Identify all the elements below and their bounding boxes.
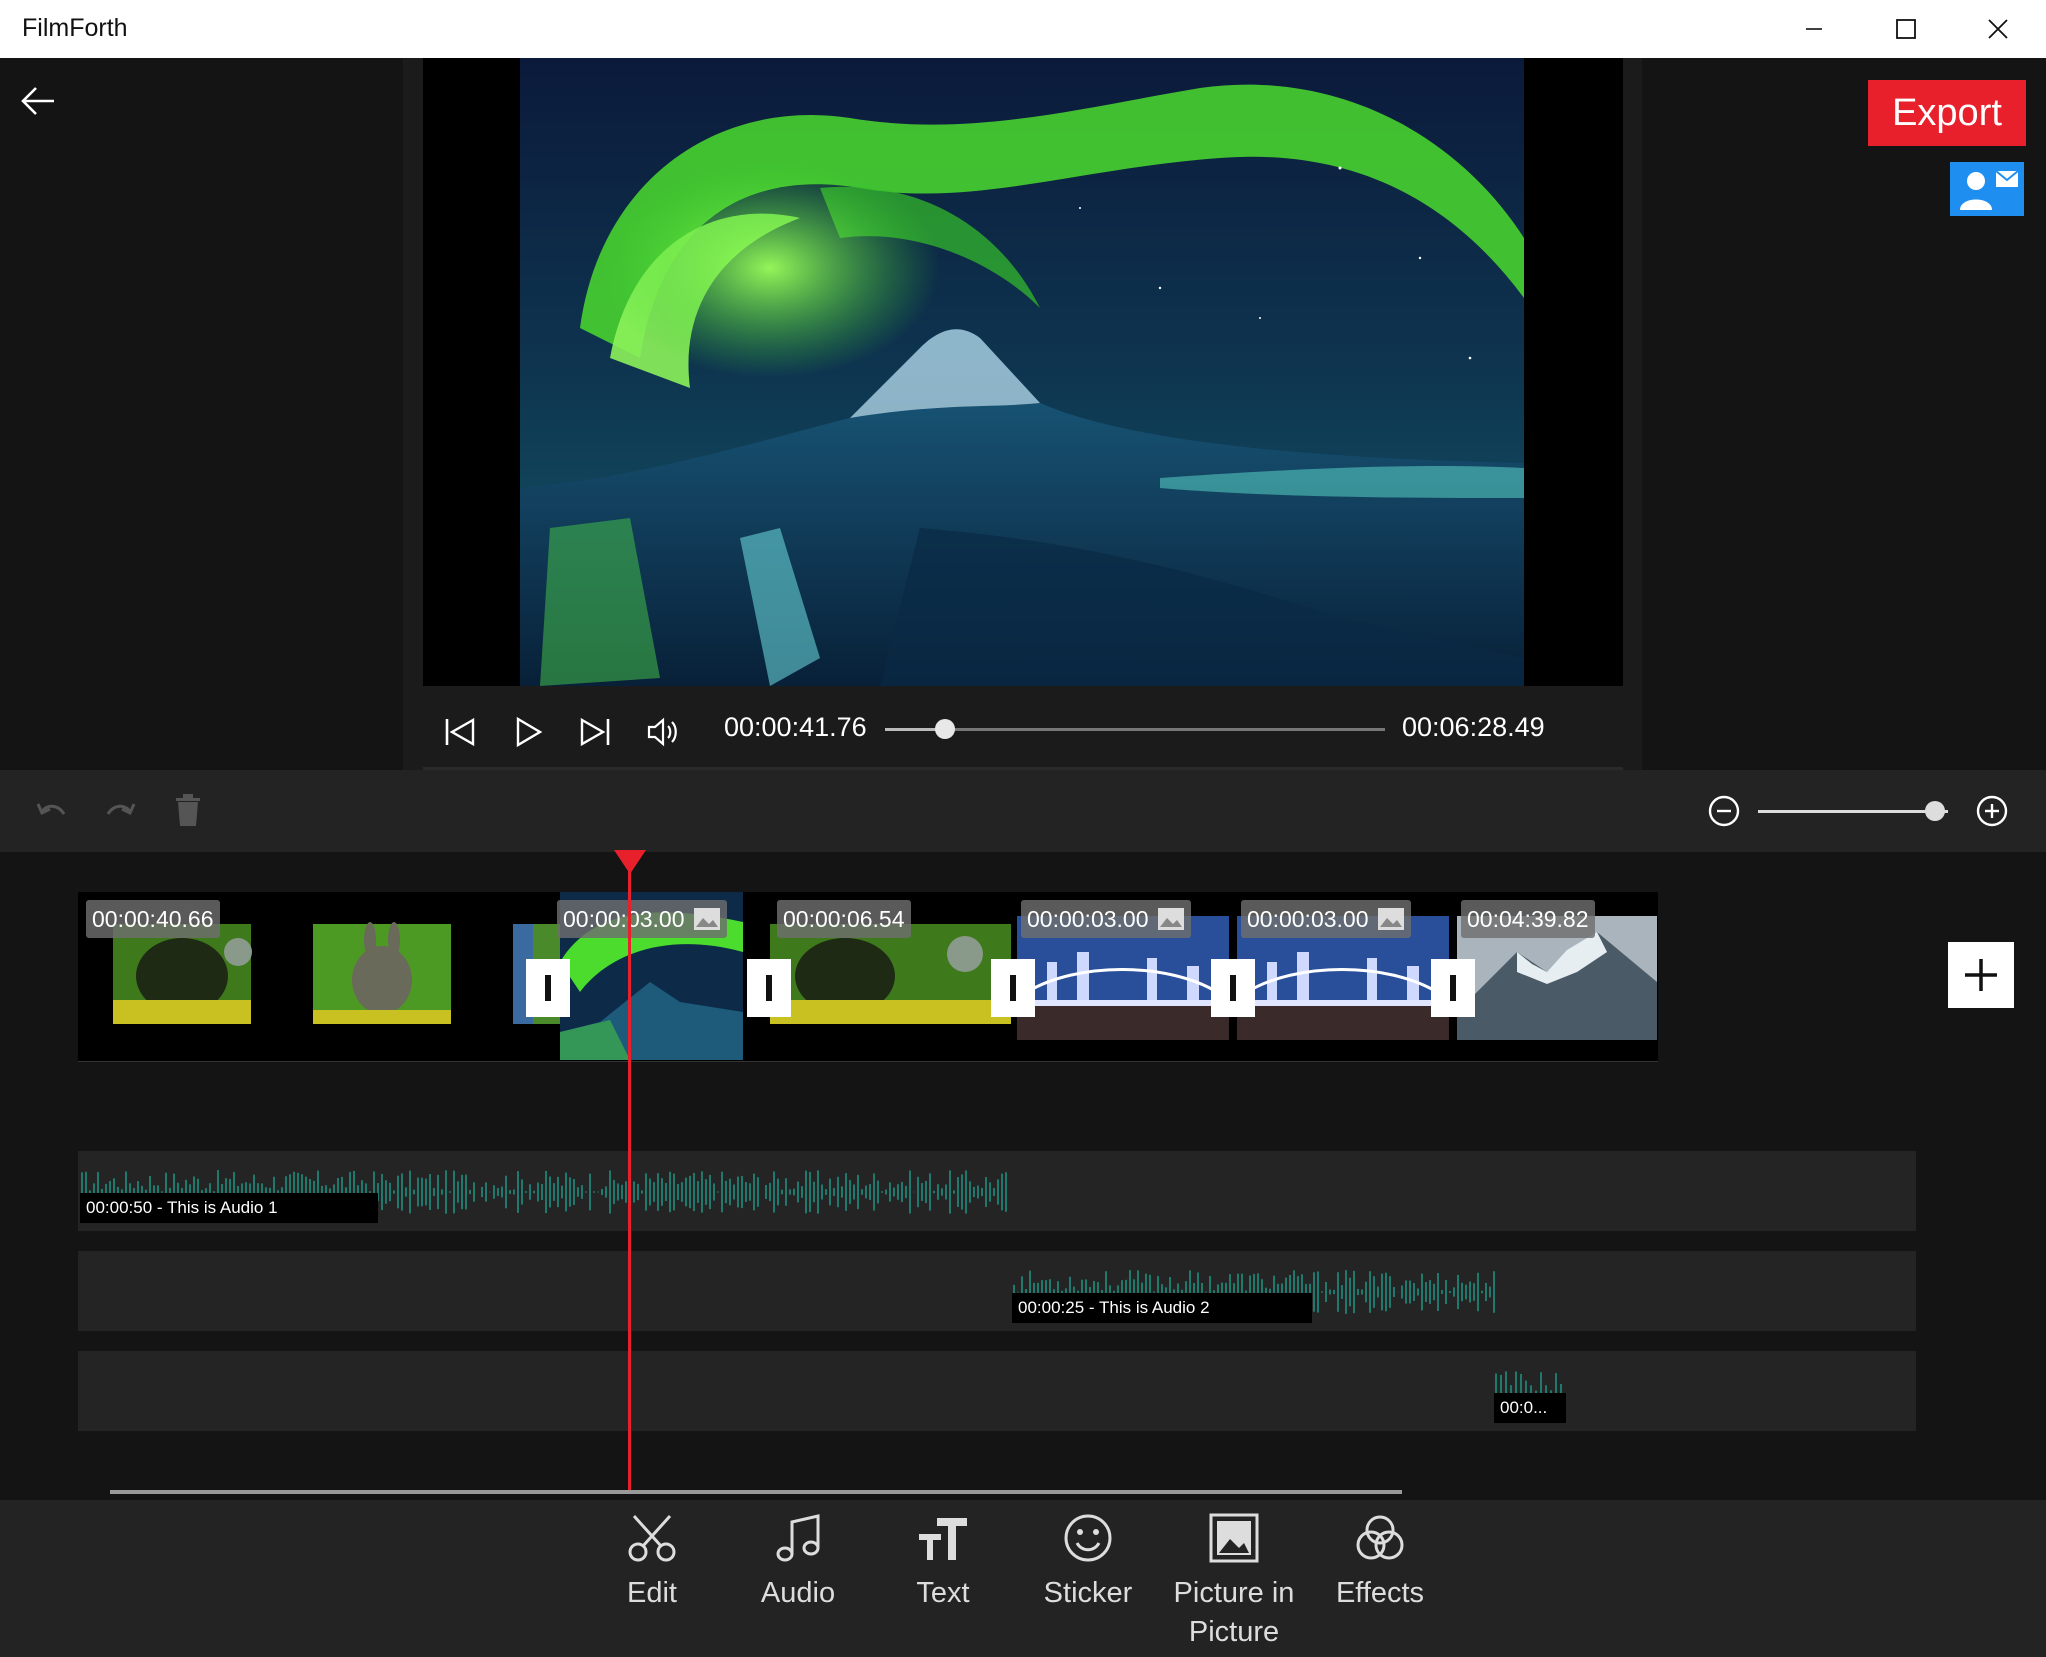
tool-label: Edit [627,1577,677,1609]
trash-icon [176,794,200,826]
app-title: FilmForth [22,14,128,42]
clip-duration-badge: 00:00:03.00 [1021,900,1191,938]
delete-button[interactable] [173,792,203,828]
audio-lane-2 [78,1251,1916,1331]
tool-label: Picture in Picture [1173,1577,1295,1648]
picture-icon [1209,1513,1259,1563]
audio-clip[interactable]: 00:0... [1494,1351,1566,1431]
video-frame [520,58,1524,686]
transition-icon [545,975,551,1001]
zoom-out-icon [1708,795,1740,827]
transition-button[interactable] [526,959,570,1017]
effects-tool[interactable]: Effects [1305,1512,1455,1613]
text-icon [919,1518,967,1560]
close-icon [1988,19,2008,39]
smiley-icon [1064,1514,1112,1562]
effects-icon [1356,1515,1404,1560]
audio-clip[interactable]: 00:00:50 - This is Audio 1 [80,1151,1010,1231]
skip-forward-button[interactable] [573,710,617,754]
image-clip-icon [1157,908,1184,930]
plus-icon [1965,959,1997,991]
clip-duration-badge: 00:00:06.54 [777,900,911,938]
text-tool[interactable]: Text [868,1512,1018,1613]
back-button[interactable] [18,80,60,122]
edit-tool[interactable]: Edit [577,1512,727,1613]
audio-clip-label: 00:00:50 - This is Audio 1 [80,1193,378,1223]
contact-mail-icon [1960,170,2019,210]
close-button[interactable] [1952,0,2044,58]
player-controls: 00:00:41.76 00:06:28.49 [423,686,1623,770]
seek-bar[interactable] [885,728,1385,731]
sticker-tool[interactable]: Sticker [1013,1512,1163,1613]
redo-button[interactable] [102,796,138,826]
title-bar [0,0,2046,58]
maximize-button[interactable] [1860,0,1952,58]
transition-button[interactable] [1431,959,1475,1017]
play-button[interactable] [506,710,550,754]
image-clip-icon [1377,908,1404,930]
playhead-handle[interactable] [614,850,646,874]
skip-back-icon [445,717,475,747]
transition-icon [1450,975,1456,1001]
undo-icon [36,803,66,816]
zoom-in-button[interactable] [1975,794,2009,828]
clip-duration-badge: 00:00:40.66 [86,900,220,938]
audio-tool[interactable]: Audio [723,1512,873,1613]
back-arrow-icon [21,87,54,115]
playhead-line[interactable] [628,860,631,1492]
tool-label: Audio [760,1577,836,1609]
scissors-icon [628,1514,676,1562]
zoom-in-icon [1976,795,2008,827]
undo-button[interactable] [34,796,70,826]
transition-icon [1230,975,1236,1001]
export-button[interactable]: Export [1868,80,2026,146]
zoom-slider[interactable] [1758,810,1948,813]
contact-support-button[interactable] [1950,162,2024,216]
total-time: 00:06:28.49 [1402,712,1545,742]
zoom-slider-thumb[interactable] [1924,801,1945,821]
skip-forward-icon [580,717,610,747]
speaker-icon [647,717,677,747]
image-clip-icon [693,908,720,930]
timeline-scrollbar[interactable] [110,1490,1402,1494]
maximize-icon [1896,19,1916,39]
tool-label: Sticker [1043,1577,1133,1609]
transition-button[interactable] [1211,959,1255,1017]
current-time: 00:00:41.76 [724,712,867,742]
add-clip-button[interactable] [1948,942,2014,1008]
minimize-icon [1806,28,1822,30]
play-icon [516,716,543,748]
clip-duration-badge: 00:00:03.00 [557,900,727,938]
transition-icon [766,975,772,1001]
music-note-icon [776,1514,820,1562]
audio-clip[interactable]: 00:00:25 - This is Audio 2 [1012,1251,1497,1331]
redo-icon [106,803,136,816]
clip-duration-badge: 00:04:39.82 [1461,900,1595,938]
audio-clip-label: 00:0... [1494,1393,1566,1423]
transition-icon [1010,975,1016,1001]
transition-button[interactable] [991,959,1035,1017]
transition-button[interactable] [747,959,791,1017]
tool-label: Text [916,1577,970,1609]
picture-in-picture-tool[interactable]: Picture in Picture [1159,1512,1309,1652]
tool-label: Effects [1335,1577,1425,1609]
volume-button[interactable] [641,710,685,754]
skip-back-button[interactable] [438,710,482,754]
audio-lane-3 [78,1351,1916,1431]
minimize-button[interactable] [1768,0,1860,58]
audio-clip-label: 00:00:25 - This is Audio 2 [1012,1293,1312,1323]
zoom-out-button[interactable] [1707,794,1741,828]
clip-duration-badge: 00:00:03.00 [1241,900,1411,938]
seek-thumb[interactable] [935,719,955,739]
aurora-landscape-image [520,58,1524,686]
